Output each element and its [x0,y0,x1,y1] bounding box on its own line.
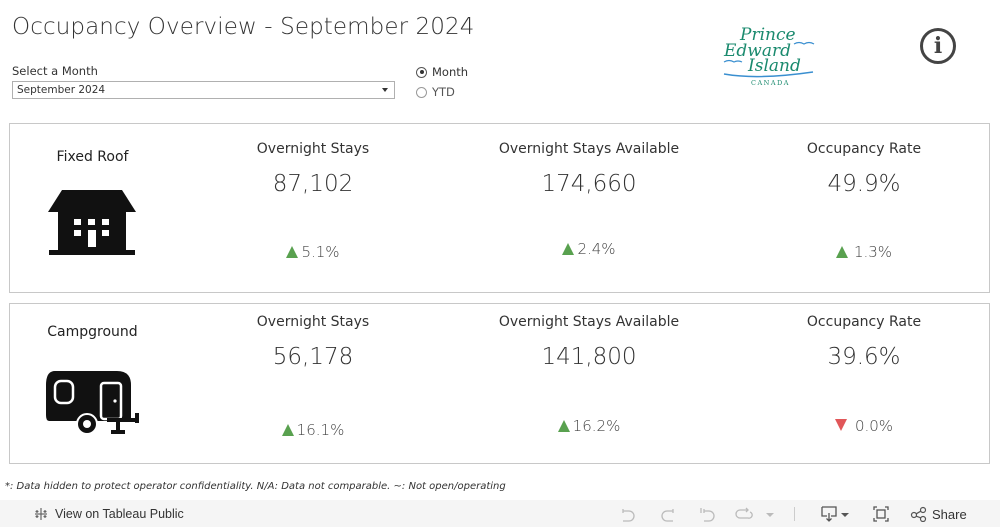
metric-label: Overnight Stays [256,314,370,330]
metric-change: 0.0% [734,417,994,435]
tableau-logo-icon [35,508,47,520]
revert-icon [700,508,715,522]
metric-value: 49.9% [827,171,901,197]
tableau-toolbar: View on Tableau Public Share [0,500,1000,527]
logo-line-3: Island [747,56,801,76]
category-name: Fixed Roof [56,149,129,165]
toolbar-divider [794,505,795,523]
metric-change: 16.1% [183,421,443,439]
radio-month[interactable]: Month [416,62,468,82]
radio-month-label: Month [432,65,469,79]
redo-icon [661,509,674,522]
arrow-up-icon [562,243,575,255]
category-name: Campground [47,324,138,340]
pei-logo: Prince Edward Island CANADA [718,18,828,88]
metric-label: Overnight Stays Available [498,314,680,330]
metric-value: 56,178 [272,344,354,370]
share-icon [910,506,927,522]
download-button[interactable] [820,505,850,523]
arrow-up-icon [557,420,570,432]
metric-change: 1.3% [734,243,994,261]
redo-button[interactable] [659,505,677,523]
fullscreen-icon [873,506,889,522]
share-button[interactable]: Share [910,505,967,523]
month-select-value: September 2024 [17,84,106,96]
caret-down-icon [766,513,774,517]
radio-button-unchecked[interactable] [416,86,427,98]
refresh-icon [735,507,753,519]
arrow-up-icon [281,424,294,436]
metric-change: 16.2% [459,417,719,435]
info-button[interactable]: i [920,28,956,64]
footnote: *: Data hidden to protect operator confi… [5,481,506,492]
change-value: 16.1% [296,421,345,439]
radio-button-checked[interactable] [416,66,427,78]
view-on-tableau-public-label: View on Tableau Public [55,507,184,521]
change-value: 2.4% [577,240,616,258]
metric-change: 5.1% [183,243,443,261]
house-icon [48,188,136,260]
metric-value: 87,102 [272,171,354,197]
arrow-down-icon [834,419,847,431]
refresh-button[interactable] [735,505,753,523]
metric-value: 141,800 [541,344,637,370]
arrow-up-icon [835,246,848,258]
period-radio-group: Month YTD [416,62,468,102]
logo-line-4: CANADA [751,79,790,87]
revert-button[interactable] [699,505,717,523]
metric-value: 174,660 [541,171,637,197]
month-filter-label: Select a Month [12,64,98,78]
undo-button[interactable] [619,505,637,523]
chevron-down-icon [382,88,388,92]
dashboard-title: Occupancy Overview - September 2024 [12,14,475,40]
arrow-up-icon [286,246,299,258]
metric-label: Overnight Stays Available [498,141,680,157]
metric-change: 2.4% [459,240,719,258]
fixed-roof-panel: Fixed Roof Overnight Stays 87,102 5.1% O… [9,123,990,293]
info-icon: i [933,33,943,59]
metric-label: Occupancy Rate [806,314,922,330]
metric-label: Overnight Stays [256,141,370,157]
caret-down-icon [841,513,849,517]
logo-bird [793,41,815,45]
view-on-tableau-public-link[interactable]: View on Tableau Public [33,506,184,522]
campground-panel: Campground Overnight Stays 56,178 16.1% … [9,303,990,464]
undo-icon [622,509,635,522]
fullscreen-button[interactable] [872,505,890,523]
download-icon [821,506,837,522]
change-value: 5.1% [301,243,340,261]
camper-trailer-icon [45,369,145,441]
share-label: Share [932,506,967,522]
refresh-dropdown-button[interactable] [765,505,775,523]
metric-label: Occupancy Rate [806,141,922,157]
metric-value: 39.6% [827,344,901,370]
month-select[interactable]: September 2024 [12,81,395,99]
radio-ytd-label: YTD [432,85,455,99]
change-value: 16.2% [572,417,621,435]
change-value: 1.3% [853,243,893,261]
radio-ytd[interactable]: YTD [416,82,468,102]
change-value: 0.0% [854,417,894,435]
